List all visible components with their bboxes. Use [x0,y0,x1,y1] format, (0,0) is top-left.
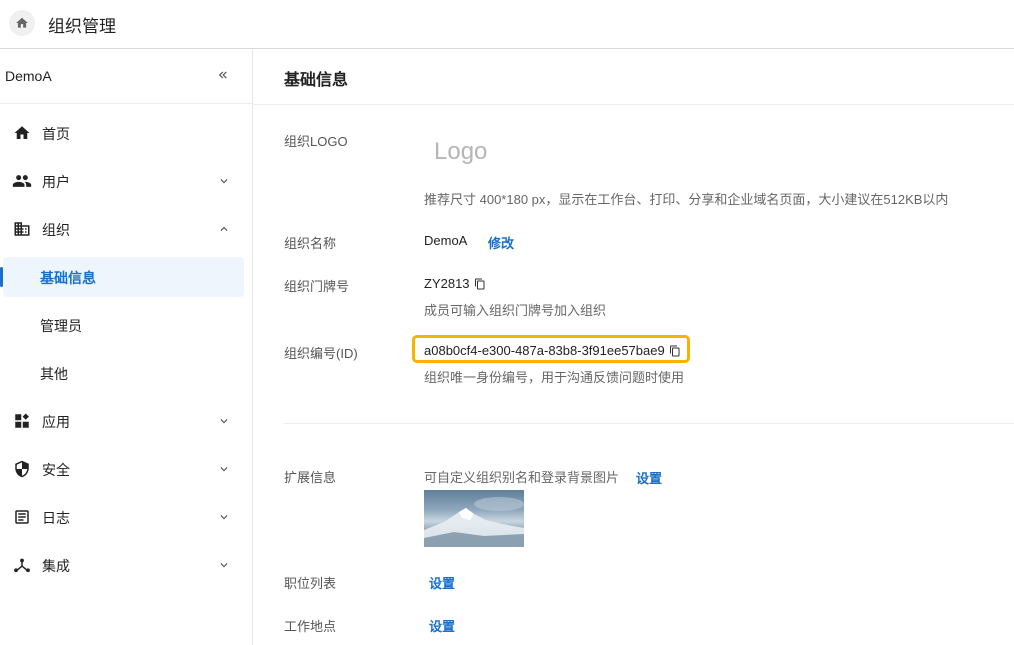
sidebar-item-home[interactable]: 首页 [0,113,252,153]
log-icon [12,507,32,527]
extension-label: 扩展信息 [284,470,337,485]
sidebar-subitem-admins[interactable]: 管理员 [0,305,252,345]
edit-org-name-link[interactable]: 修改 [488,233,514,252]
apps-icon [12,411,32,431]
integration-icon [12,555,32,575]
chevron-down-icon [214,411,234,431]
extension-hint: 可自定义组织别名和登录背景图片 [424,470,620,485]
locations-label: 工作地点 [284,619,337,634]
sidebar-item-label: 安全 [42,462,70,478]
home-icon [16,17,28,28]
extension-settings-link[interactable]: 设置 [636,468,662,487]
sidebar-subitem-basic-info[interactable]: 基础信息 [3,257,244,297]
org-id-label: 组织编号(ID) [284,346,358,361]
sidebar-subitem-label: 其他 [40,366,68,382]
building-icon [12,219,32,239]
page-title: 组织管理 [48,17,116,36]
sidebar-item-label: 日志 [42,510,70,526]
shield-icon [12,459,32,479]
sidebar-item-organization[interactable]: 组织 [0,209,252,249]
org-switcher: DemoA [0,50,252,104]
chevron-down-icon [214,459,234,479]
positions-label: 职位列表 [284,576,337,591]
home-icon [12,123,32,143]
sidebar-subitem-label: 管理员 [40,318,82,334]
org-id-value[interactable]: a08b0cf4-e300-487a-83b8-3f91ee57bae9 [424,343,665,358]
home-button[interactable] [9,10,35,36]
chevron-down-icon [214,555,234,575]
users-icon [12,171,32,191]
logo-label: 组织LOGO [284,134,348,149]
sidebar-item-label: 应用 [42,414,70,430]
sidebar-item-label: 组织 [42,222,70,238]
doorplate-value: ZY2813 [424,276,470,291]
main-content: 基础信息 组织LOGO Logo 推荐尺寸 400*180 px，显示在工作台、… [254,50,1014,645]
doorplate-label: 组织门牌号 [284,279,350,294]
top-bar: 组织管理 [0,0,1014,49]
sidebar-subitem-other[interactable]: 其他 [0,353,252,393]
double-chevron-left-icon [218,71,227,79]
sidebar-item-security[interactable]: 安全 [0,449,252,489]
chevron-down-icon [214,171,234,191]
divider [284,423,1014,424]
sidebar-item-integration[interactable]: 集成 [0,545,252,585]
content-header: 基础信息 [254,50,1014,105]
org-name-value: DemoA [424,233,468,248]
org-id-hint: 组织唯一身份编号，用于沟通反馈问题时使用 [424,370,685,385]
org-name-label: 组织名称 [284,236,337,251]
login-background-thumbnail[interactable] [424,490,524,547]
section-title: 基础信息 [284,72,349,89]
locations-settings-link[interactable]: 设置 [429,616,455,635]
logo-hint: 推荐尺寸 400*180 px，显示在工作台、打印、分享和企业域名页面，大小建议… [424,192,949,207]
doorplate-hint: 成员可输入组织门牌号加入组织 [424,303,607,318]
sidebar-item-users[interactable]: 用户 [0,161,252,201]
sidebar-item-label: 用户 [42,174,70,190]
doorplate-row: ZY2813 [424,276,486,291]
logo-placeholder[interactable]: Logo [434,138,487,166]
chevron-up-icon [214,219,234,239]
org-name: DemoA [5,68,52,84]
sidebar-item-label: 集成 [42,558,70,574]
sidebar-item-label: 首页 [42,126,70,142]
sidebar-subitem-label: 基础信息 [40,270,96,286]
sidebar-item-apps[interactable]: 应用 [0,401,252,441]
collapse-sidebar-button[interactable] [212,64,234,86]
copy-icon[interactable] [669,345,681,357]
sidebar-item-logs[interactable]: 日志 [0,497,252,537]
org-id-row: a08b0cf4-e300-487a-83b8-3f91ee57bae9 [424,343,681,358]
positions-settings-link[interactable]: 设置 [429,573,455,592]
copy-icon[interactable] [474,278,486,290]
sidebar: DemoA 首页 用户 组织 基础信息 管理员 其他 应用 安全 日志 集成 [0,50,253,645]
chevron-down-icon [214,507,234,527]
